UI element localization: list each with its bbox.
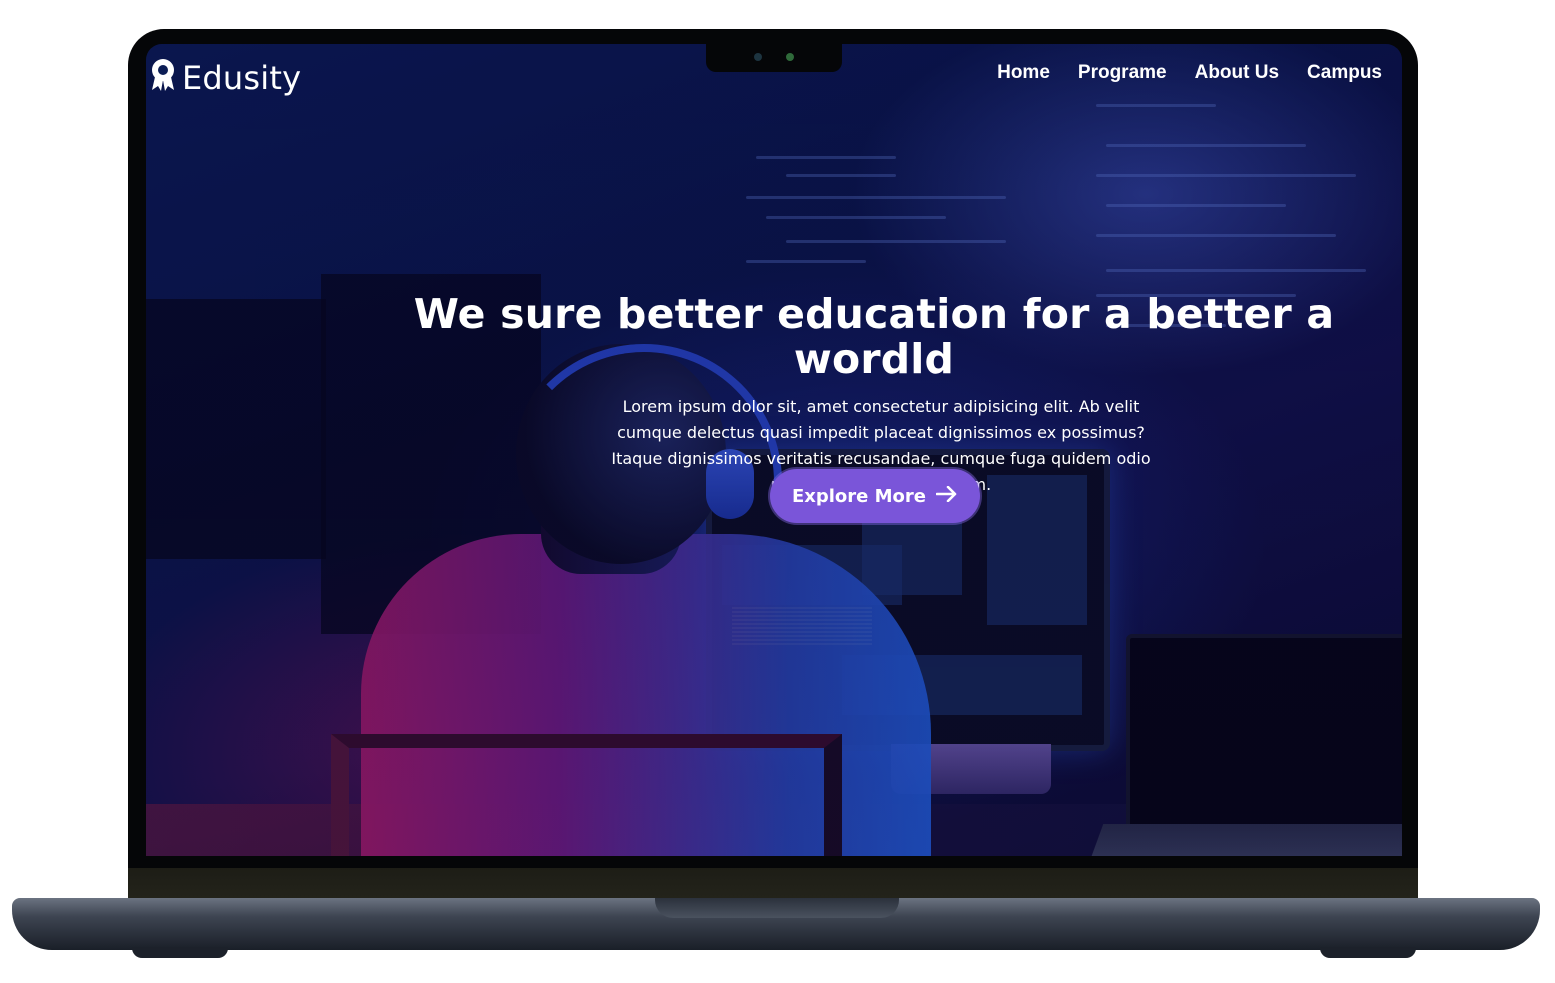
website-screen: Edusity Home Programe About Us Campus We…	[146, 44, 1402, 856]
laptop-base-notch	[655, 898, 899, 918]
nav-item-campus[interactable]: Campus	[1307, 62, 1382, 84]
hero-section: We sure better education for a better a …	[146, 290, 1402, 498]
nav-item-home[interactable]: Home	[997, 62, 1050, 84]
hero-title: We sure better education for a better a …	[413, 290, 1335, 384]
arrow-right-icon	[935, 485, 958, 507]
camera-notch	[706, 44, 842, 72]
laptop-foot-left	[132, 947, 228, 958]
camera-indicator-icon	[786, 53, 794, 61]
explore-more-button[interactable]: Explore More	[770, 469, 980, 523]
nav-item-programe[interactable]: Programe	[1078, 62, 1167, 84]
main-nav: Home Programe About Us Campus	[997, 62, 1382, 84]
brand-name: Edusity	[182, 58, 302, 97]
nav-item-about-us[interactable]: About Us	[1195, 62, 1279, 84]
award-badge-icon	[150, 58, 176, 97]
laptop-hinge	[128, 868, 1418, 902]
explore-more-label: Explore More	[791, 485, 927, 507]
laptop-mockup: Edusity Home Programe About Us Campus We…	[0, 0, 1555, 983]
camera-icon	[754, 53, 762, 61]
laptop-foot-right	[1320, 947, 1416, 958]
brand-logo[interactable]: Edusity	[150, 58, 301, 97]
